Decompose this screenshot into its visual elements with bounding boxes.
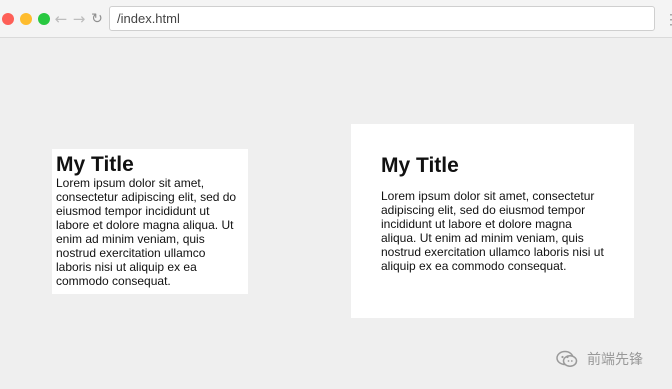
address-bar[interactable]: /index.html [109, 6, 655, 31]
content-card-left: My Title Lorem ipsum dolor sit amet, con… [52, 149, 248, 294]
reload-icon[interactable]: ↻ [88, 9, 106, 29]
browser-toolbar: ← → ↻ /index.html ⋮ [0, 0, 672, 38]
close-window-button[interactable] [2, 13, 14, 25]
minimize-window-button[interactable] [20, 13, 32, 25]
kebab-menu-icon[interactable]: ⋮ [664, 10, 672, 28]
watermark: 前端先锋 [555, 348, 643, 370]
card-body-text: Lorem ipsum dolor sit amet, consectetur … [381, 189, 604, 273]
maximize-window-button[interactable] [38, 13, 50, 25]
card-body-text: Lorem ipsum dolor sit amet, consectetur … [56, 176, 237, 288]
forward-arrow-icon[interactable]: → [70, 9, 88, 29]
back-arrow-icon[interactable]: ← [52, 9, 70, 29]
card-title: My Title [381, 154, 459, 177]
card-title: My Title [56, 153, 134, 176]
content-card-right: My Title Lorem ipsum dolor sit amet, con… [351, 124, 634, 318]
wechat-icon [556, 350, 578, 367]
watermark-text: 前端先锋 [587, 351, 643, 367]
